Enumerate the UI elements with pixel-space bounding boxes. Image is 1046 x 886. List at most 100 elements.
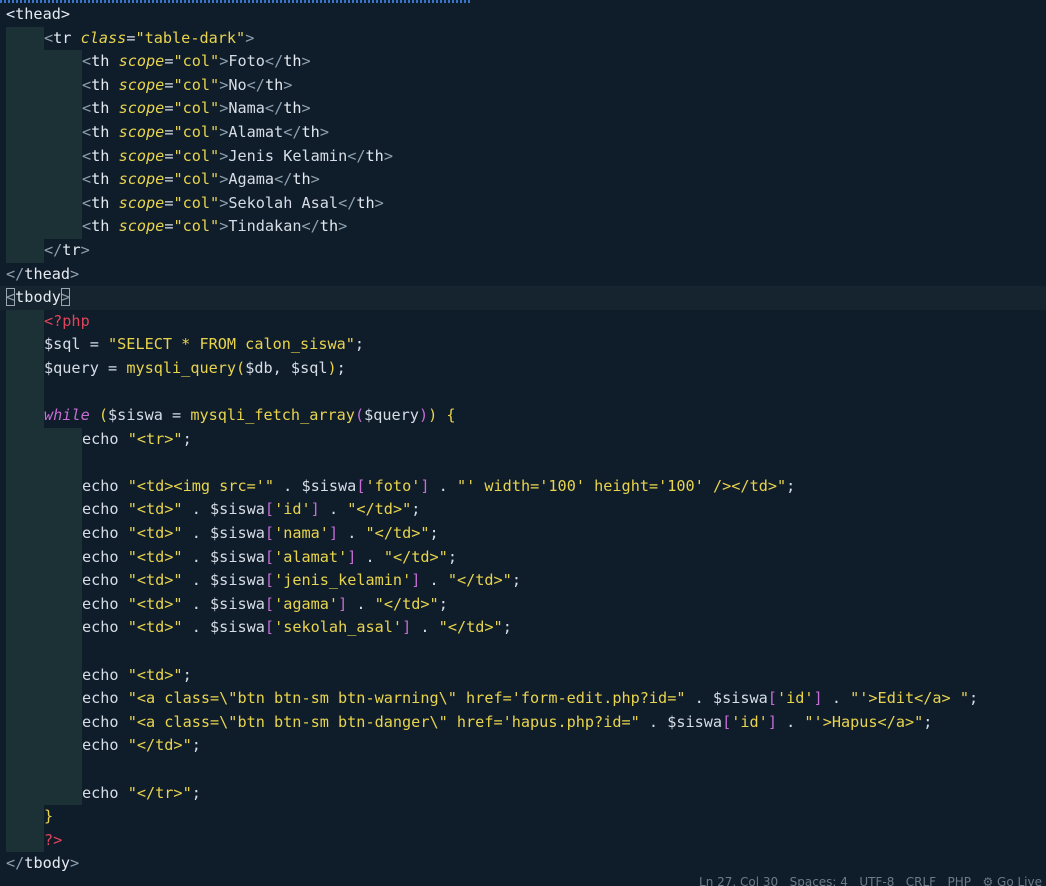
code-line[interactable] bbox=[0, 380, 1046, 405]
code-line[interactable]: <th scope="col">Agama</th> bbox=[0, 168, 1046, 192]
code-token: "SELECT * FROM calon_siswa" bbox=[108, 335, 355, 354]
code-line[interactable]: <tbody> bbox=[0, 286, 1046, 310]
code-token: ) { bbox=[428, 406, 456, 425]
code-line[interactable]: <th scope="col">Alamat</th> bbox=[0, 120, 1046, 145]
code-token: $siswa bbox=[301, 476, 357, 495]
code-line[interactable]: <th scope="col">No</th> bbox=[0, 73, 1046, 98]
code-token: 'sekolah_asal' bbox=[274, 618, 403, 637]
code-line[interactable]: echo "<td><img src='" . $siswa['foto'] .… bbox=[0, 474, 1046, 499]
code-line[interactable]: $query = mysqli_query($db, $sql); bbox=[0, 356, 1046, 381]
code-token: th bbox=[301, 122, 320, 141]
code-token: "' width='100' height='100' /></td>" bbox=[456, 476, 787, 495]
code-token: > bbox=[219, 217, 229, 236]
code-line[interactable]: <th scope="col">Foto</th> bbox=[0, 50, 1046, 74]
code-token: 'foto' bbox=[365, 476, 421, 495]
code-token: </ bbox=[264, 52, 284, 71]
code-token: scope bbox=[118, 217, 165, 236]
code-editor[interactable]: <thead> <tr class="table-dark"> <th scope=… bbox=[0, 0, 1046, 886]
code-token: ; bbox=[438, 594, 448, 613]
code-token: ; bbox=[786, 476, 796, 495]
code-token: . bbox=[274, 476, 302, 495]
code-token: $query bbox=[44, 358, 109, 377]
code-line[interactable]: echo "<a class=\"btn btn-sm btn-danger\"… bbox=[0, 710, 1046, 735]
code-token: "col" bbox=[173, 75, 220, 94]
code-token: . bbox=[338, 524, 366, 543]
code-token: "<a class=\"btn btn-sm btn-danger\" href… bbox=[127, 712, 640, 731]
code-line[interactable]: <?php bbox=[0, 309, 1046, 334]
code-token: tbody bbox=[24, 854, 71, 873]
code-line[interactable]: echo "<a class=\"btn btn-sm btn-warning\… bbox=[0, 687, 1046, 711]
code-token: while bbox=[44, 406, 99, 425]
code-token: [ bbox=[722, 712, 732, 731]
code-token: Sekolah Asal bbox=[228, 193, 339, 212]
code-token: "<td>" bbox=[127, 665, 183, 684]
code-line[interactable] bbox=[0, 758, 1046, 782]
code-token: ] bbox=[420, 476, 430, 495]
code-token: < bbox=[44, 28, 54, 47]
code-token: $siswa bbox=[108, 406, 173, 425]
code-token: > bbox=[219, 122, 229, 141]
code-line[interactable]: <th scope="col">Tindakan</th> bbox=[0, 215, 1046, 239]
code-token: th bbox=[91, 52, 119, 71]
code-line[interactable]: $sql = "SELECT * FROM calon_siswa"; bbox=[0, 333, 1046, 357]
code-token: [ bbox=[264, 547, 275, 566]
code-line[interactable]: } bbox=[0, 805, 1046, 829]
code-line-text: <th scope="col">Jenis Kelamin</th> bbox=[0, 145, 1046, 169]
code-line-text: echo "<td><img src='" . $siswa['foto'] .… bbox=[0, 475, 1046, 499]
code-token: "<td>" bbox=[127, 594, 183, 613]
code-line-text: $sql = "SELECT * FROM calon_siswa"; bbox=[0, 333, 1046, 357]
code-line[interactable]: echo "<td>" . $siswa['id'] . "</td>"; bbox=[0, 498, 1046, 523]
code-line[interactable]: </tr> bbox=[0, 238, 1046, 263]
code-line[interactable]: </tbody> bbox=[0, 852, 1046, 876]
code-line[interactable]: echo "<td>" . $siswa['agama'] . "</td>"; bbox=[0, 592, 1046, 617]
code-token: 'id' bbox=[776, 689, 814, 708]
code-token: 'jenis_kelamin' bbox=[274, 571, 412, 590]
code-line-text: echo "<td>" . $siswa['agama'] . "</td>"; bbox=[0, 593, 1046, 617]
code-token: $siswa bbox=[210, 547, 265, 566]
code-line[interactable]: echo "<td>" . $siswa['jenis_kelamin'] . … bbox=[0, 569, 1046, 593]
code-token: th bbox=[292, 170, 311, 189]
code-line[interactable]: echo "<td>"; bbox=[0, 663, 1046, 688]
code-token: </ bbox=[347, 146, 366, 165]
code-token: "col" bbox=[173, 170, 220, 189]
code-line[interactable]: echo "</tr>"; bbox=[0, 781, 1046, 806]
code-token: ] bbox=[411, 571, 421, 590]
code-line[interactable]: echo "<td>" . $siswa['nama'] . "</td>"; bbox=[0, 522, 1046, 546]
code-line[interactable] bbox=[0, 451, 1046, 475]
code-token: th bbox=[91, 146, 119, 165]
code-token: $siswa bbox=[210, 571, 265, 590]
code-token: ; bbox=[511, 571, 521, 590]
code-token: > bbox=[338, 217, 348, 236]
code-line[interactable]: echo "<td>" . $siswa['alamat'] . "</td>"… bbox=[0, 545, 1046, 570]
code-token: "</td>" bbox=[374, 594, 439, 613]
code-line[interactable] bbox=[0, 640, 1046, 664]
code-line[interactable]: <tr class="table-dark"> bbox=[0, 26, 1046, 51]
code-line[interactable]: </thead> bbox=[0, 263, 1046, 287]
code-token: ; bbox=[969, 689, 979, 708]
code-line[interactable]: <th scope="col">Jenis Kelamin</th> bbox=[0, 144, 1046, 169]
code-line[interactable]: echo "<tr>"; bbox=[0, 427, 1046, 452]
code-lines[interactable]: <thead> <tr class="table-dark"> <th scope=… bbox=[0, 3, 1046, 876]
code-line[interactable]: ?> bbox=[0, 828, 1046, 853]
code-line[interactable]: <thead> bbox=[0, 3, 1046, 27]
code-line[interactable]: while ($siswa = mysqli_fetch_array($quer… bbox=[0, 404, 1046, 428]
code-token: > bbox=[219, 193, 229, 212]
code-token: > bbox=[301, 99, 311, 118]
code-token: < bbox=[82, 52, 92, 71]
code-token: scope bbox=[118, 75, 165, 94]
status-bar: Ln 27, Col 30 Spaces: 4 UTF-8 CRLF PHP ⚙… bbox=[0, 876, 1046, 886]
code-token: th bbox=[91, 99, 119, 118]
code-line-text: <th scope="col">Agama</th> bbox=[0, 168, 1046, 192]
code-token: "<td>" bbox=[127, 547, 183, 566]
code-token: ] bbox=[347, 547, 357, 566]
code-line-text: echo "<a class=\"btn btn-sm btn-danger\"… bbox=[0, 711, 1046, 735]
code-line[interactable]: <th scope="col">Nama</th> bbox=[0, 97, 1046, 121]
code-token: > bbox=[219, 99, 229, 118]
code-token: "col" bbox=[173, 122, 220, 141]
code-line[interactable]: <th scope="col">Sekolah Asal</th> bbox=[0, 191, 1046, 216]
code-line[interactable]: echo "</td>"; bbox=[0, 734, 1046, 758]
code-line[interactable]: echo "<td>" . $siswa['sekolah_asal'] . "… bbox=[0, 616, 1046, 641]
matching-bracket: < bbox=[6, 288, 16, 307]
code-token: "<td><img src='" bbox=[127, 476, 275, 495]
code-token: . bbox=[182, 500, 211, 519]
